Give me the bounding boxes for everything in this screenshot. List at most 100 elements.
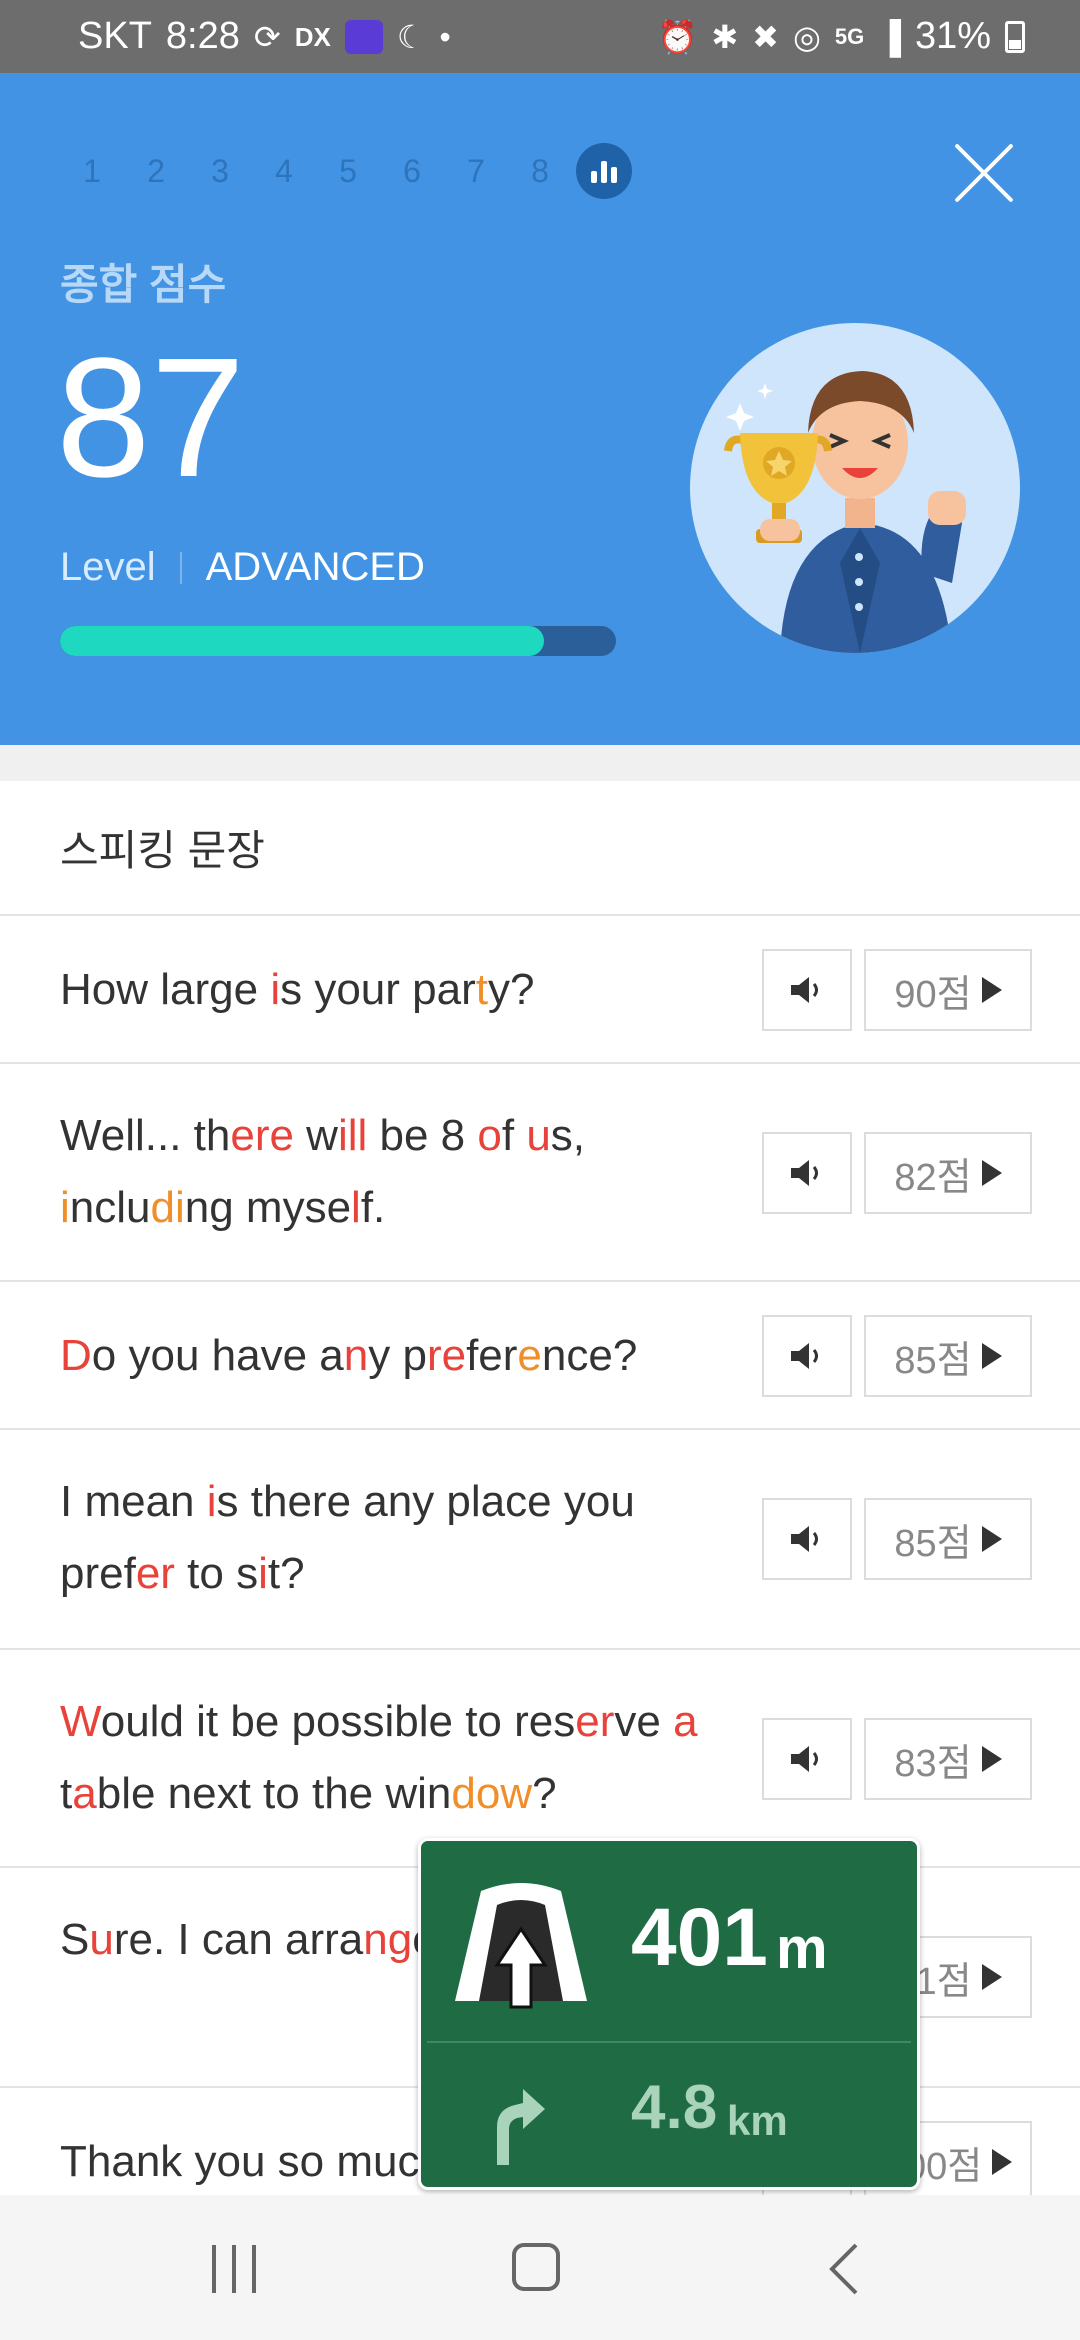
battery-icon (1005, 20, 1025, 53)
signal-icon: ▐ (878, 18, 901, 55)
sentence-segment: fer (466, 1331, 518, 1380)
level-row: Level ADVANCED (60, 545, 425, 590)
sentence-segment: t (60, 1769, 73, 1818)
highlighted-phoneme: u (89, 1915, 114, 1964)
play-icon (981, 977, 1002, 1003)
score-progress-bar (60, 626, 616, 656)
alarm-icon: ⏰ (657, 18, 698, 55)
sentence-segment: nclu (69, 1183, 151, 1232)
bluetooth-icon: ✱ (711, 18, 739, 55)
dx-icon: DX (294, 21, 331, 52)
moon-icon: ☾ (396, 18, 426, 55)
play-audio-button[interactable] (762, 1718, 852, 1800)
sentence-segment: S (60, 1915, 90, 1964)
sentence-row: Do you have any preference? 85점 (0, 1282, 1080, 1430)
highlighted-phoneme: n (343, 1331, 369, 1380)
highlighted-phoneme: W (60, 1697, 101, 1746)
nav-divider (427, 2041, 911, 2043)
sentence-segment: w (293, 1111, 338, 1160)
tunnel-icon (455, 1883, 587, 2009)
highlighted-phoneme: D (60, 1331, 92, 1380)
sentence-text: How large is your party? (60, 954, 730, 1026)
app-screen: SKT 8:28 ⟳ DX ☾ • ⏰ ✱ ✖ ◎ 5G ▐ 31% 1 2 3… (0, 0, 1080, 2340)
sync-icon: ⟳ (253, 18, 281, 55)
score-label: 종합 점수 (60, 261, 227, 308)
sentence-score: 85점 (894, 1339, 972, 1382)
sentence-segment: ? (532, 1769, 557, 1818)
highlighted-phoneme: ill (337, 1111, 368, 1160)
level-divider (179, 551, 182, 584)
score-play-button[interactable]: 83점 (864, 1718, 1032, 1800)
play-icon (981, 1746, 1002, 1772)
5g-icon: 5G (834, 23, 865, 49)
highlighted-phoneme: er (135, 1549, 175, 1598)
play-audio-button[interactable] (762, 1498, 852, 1580)
carrier-label: SKT (78, 15, 152, 57)
status-bar: SKT 8:28 ⟳ DX ☾ • ⏰ ✱ ✖ ◎ 5G ▐ 31% (0, 0, 1080, 73)
play-audio-button[interactable] (762, 1315, 852, 1397)
sentence-score: 85점 (894, 1522, 972, 1565)
status-right: ⏰ ✱ ✖ ◎ 5G ▐ 31% (658, 15, 1025, 58)
sentence-segment: be 8 (367, 1111, 478, 1160)
highlighted-phoneme: i (60, 1183, 70, 1232)
app-icon (344, 19, 383, 54)
highlighted-phoneme: ng (363, 1915, 413, 1964)
step-3[interactable]: 3 (188, 153, 252, 190)
bar-chart-icon[interactable] (576, 143, 632, 199)
sentence-score: 83점 (894, 1742, 972, 1785)
sentence-text: I mean is there any place you prefer to … (60, 1466, 730, 1610)
step-7[interactable]: 7 (444, 153, 508, 190)
highlighted-phoneme: a (72, 1769, 97, 1818)
score-play-button[interactable]: 82점 (864, 1132, 1032, 1214)
sentence-segment: s your par (280, 965, 476, 1014)
sentence-segment: I mean (60, 1477, 207, 1526)
sentence-text: Well... there will be 8 of us, including… (60, 1100, 730, 1244)
score-header: 1 2 3 4 5 6 7 8 종합 점수 87 Level ADVANCED (0, 73, 1080, 745)
sentence-row: How large is your party? 90점 (0, 916, 1080, 1064)
distance-value: 401 (631, 1892, 768, 1983)
sentence-segment: f (501, 1111, 527, 1160)
close-button[interactable] (952, 139, 1016, 203)
trophy-character-illustration (690, 323, 1020, 653)
sentence-row: I mean is there any place you prefer to … (0, 1430, 1080, 1650)
sentence-segment: ve (614, 1697, 674, 1746)
step-5[interactable]: 5 (316, 153, 380, 190)
score-play-button[interactable]: 85점 (864, 1315, 1032, 1397)
battery-percent: 31% (914, 15, 991, 57)
step-6[interactable]: 6 (380, 153, 444, 190)
highlighted-phoneme: dow (451, 1769, 533, 1818)
speaker-icon (791, 977, 818, 1003)
score-value: 87 (56, 323, 246, 513)
sentence-segment: f. (360, 1183, 386, 1232)
section-title: 스피킹 문장 (0, 781, 1080, 916)
sentence-segment: o you have a (91, 1331, 344, 1380)
sentence-score: 82점 (894, 1156, 972, 1199)
sentence-row: Well... there will be 8 of us, including… (0, 1064, 1080, 1282)
sentence-segment: to s (174, 1549, 259, 1598)
play-audio-button[interactable] (762, 1132, 852, 1214)
sentence-segment: ng myse (184, 1183, 352, 1232)
level-value: ADVANCED (205, 545, 425, 589)
highlighted-phoneme: er (575, 1697, 615, 1746)
score-play-button[interactable]: 85점 (864, 1498, 1032, 1580)
home-icon[interactable] (512, 2243, 560, 2291)
sentence-segment: s, (550, 1111, 586, 1160)
step-4[interactable]: 4 (252, 153, 316, 190)
recent-apps-icon[interactable] (212, 2245, 256, 2293)
highlighted-phoneme: t (475, 965, 488, 1014)
step-2[interactable]: 2 (124, 153, 188, 190)
play-icon (981, 1526, 1002, 1552)
step-8[interactable]: 8 (508, 153, 572, 190)
step-1[interactable]: 1 (60, 153, 124, 190)
highlighted-phoneme: e (517, 1331, 542, 1380)
score-play-button[interactable]: 90점 (864, 949, 1032, 1031)
clock: 8:28 (165, 15, 240, 57)
highlighted-phoneme: re (426, 1331, 467, 1380)
play-audio-button[interactable] (762, 949, 852, 1031)
distance-unit: m (776, 1916, 828, 1981)
play-icon (981, 1964, 1002, 1990)
navigation-overlay[interactable]: 401 m 4.8 km (418, 1838, 920, 2190)
highlighted-phoneme: l (351, 1183, 361, 1232)
speaker-icon (791, 1746, 818, 1772)
back-icon[interactable] (824, 2241, 864, 2297)
